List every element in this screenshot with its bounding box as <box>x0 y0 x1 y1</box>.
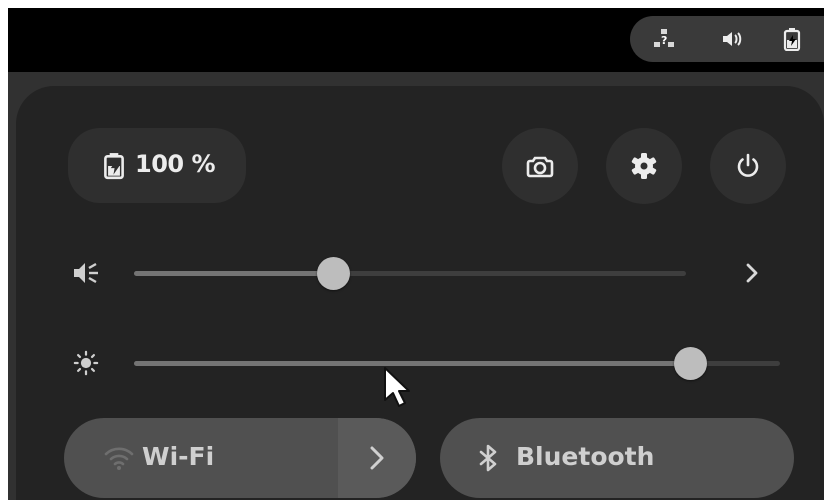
top-bar: ? <box>8 8 824 72</box>
chevron-right-icon[interactable] <box>734 255 770 291</box>
settings-button[interactable] <box>606 128 682 204</box>
volume-slider-fill <box>134 271 333 276</box>
quick-settings-panel: 100 % Wi-Fi Bluetooth <box>16 86 824 500</box>
chevron-right-icon <box>370 446 384 470</box>
wifi-submenu-button[interactable] <box>338 418 416 498</box>
network-unknown-icon: ? <box>654 29 674 47</box>
system-status-area[interactable]: ? <box>630 16 824 62</box>
svg-text:?: ? <box>661 34 667 47</box>
camera-icon <box>526 156 554 178</box>
volume-slider[interactable] <box>134 257 686 290</box>
battery-charging-icon <box>104 153 124 180</box>
battery-charging-icon <box>783 28 801 51</box>
brightness-slider[interactable] <box>134 347 780 380</box>
wifi-label: Wi-Fi <box>142 442 215 471</box>
screenshot-button[interactable] <box>502 128 578 204</box>
volume-slider-handle[interactable] <box>316 257 350 290</box>
mouse-pointer-icon <box>384 367 410 407</box>
screen: ? 100 % Wi-Fi Bluetooth <box>8 8 824 500</box>
bluetooth-toggle[interactable]: Bluetooth <box>440 418 794 498</box>
gear-icon <box>631 153 657 179</box>
volume-icon[interactable] <box>72 260 100 286</box>
bluetooth-icon <box>479 444 497 472</box>
brightness-icon <box>73 350 99 376</box>
power-button[interactable] <box>710 128 786 204</box>
power-icon <box>737 153 759 177</box>
volume-row <box>16 248 824 298</box>
battery-status-button[interactable]: 100 % <box>68 128 246 203</box>
volume-icon <box>723 32 742 46</box>
battery-percentage: 100 % <box>135 150 216 178</box>
wifi-toggle[interactable]: Wi-Fi <box>64 418 416 498</box>
wifi-icon <box>104 447 134 470</box>
brightness-row <box>16 338 824 388</box>
brightness-slider-handle[interactable] <box>673 347 707 380</box>
bluetooth-label: Bluetooth <box>516 442 655 471</box>
